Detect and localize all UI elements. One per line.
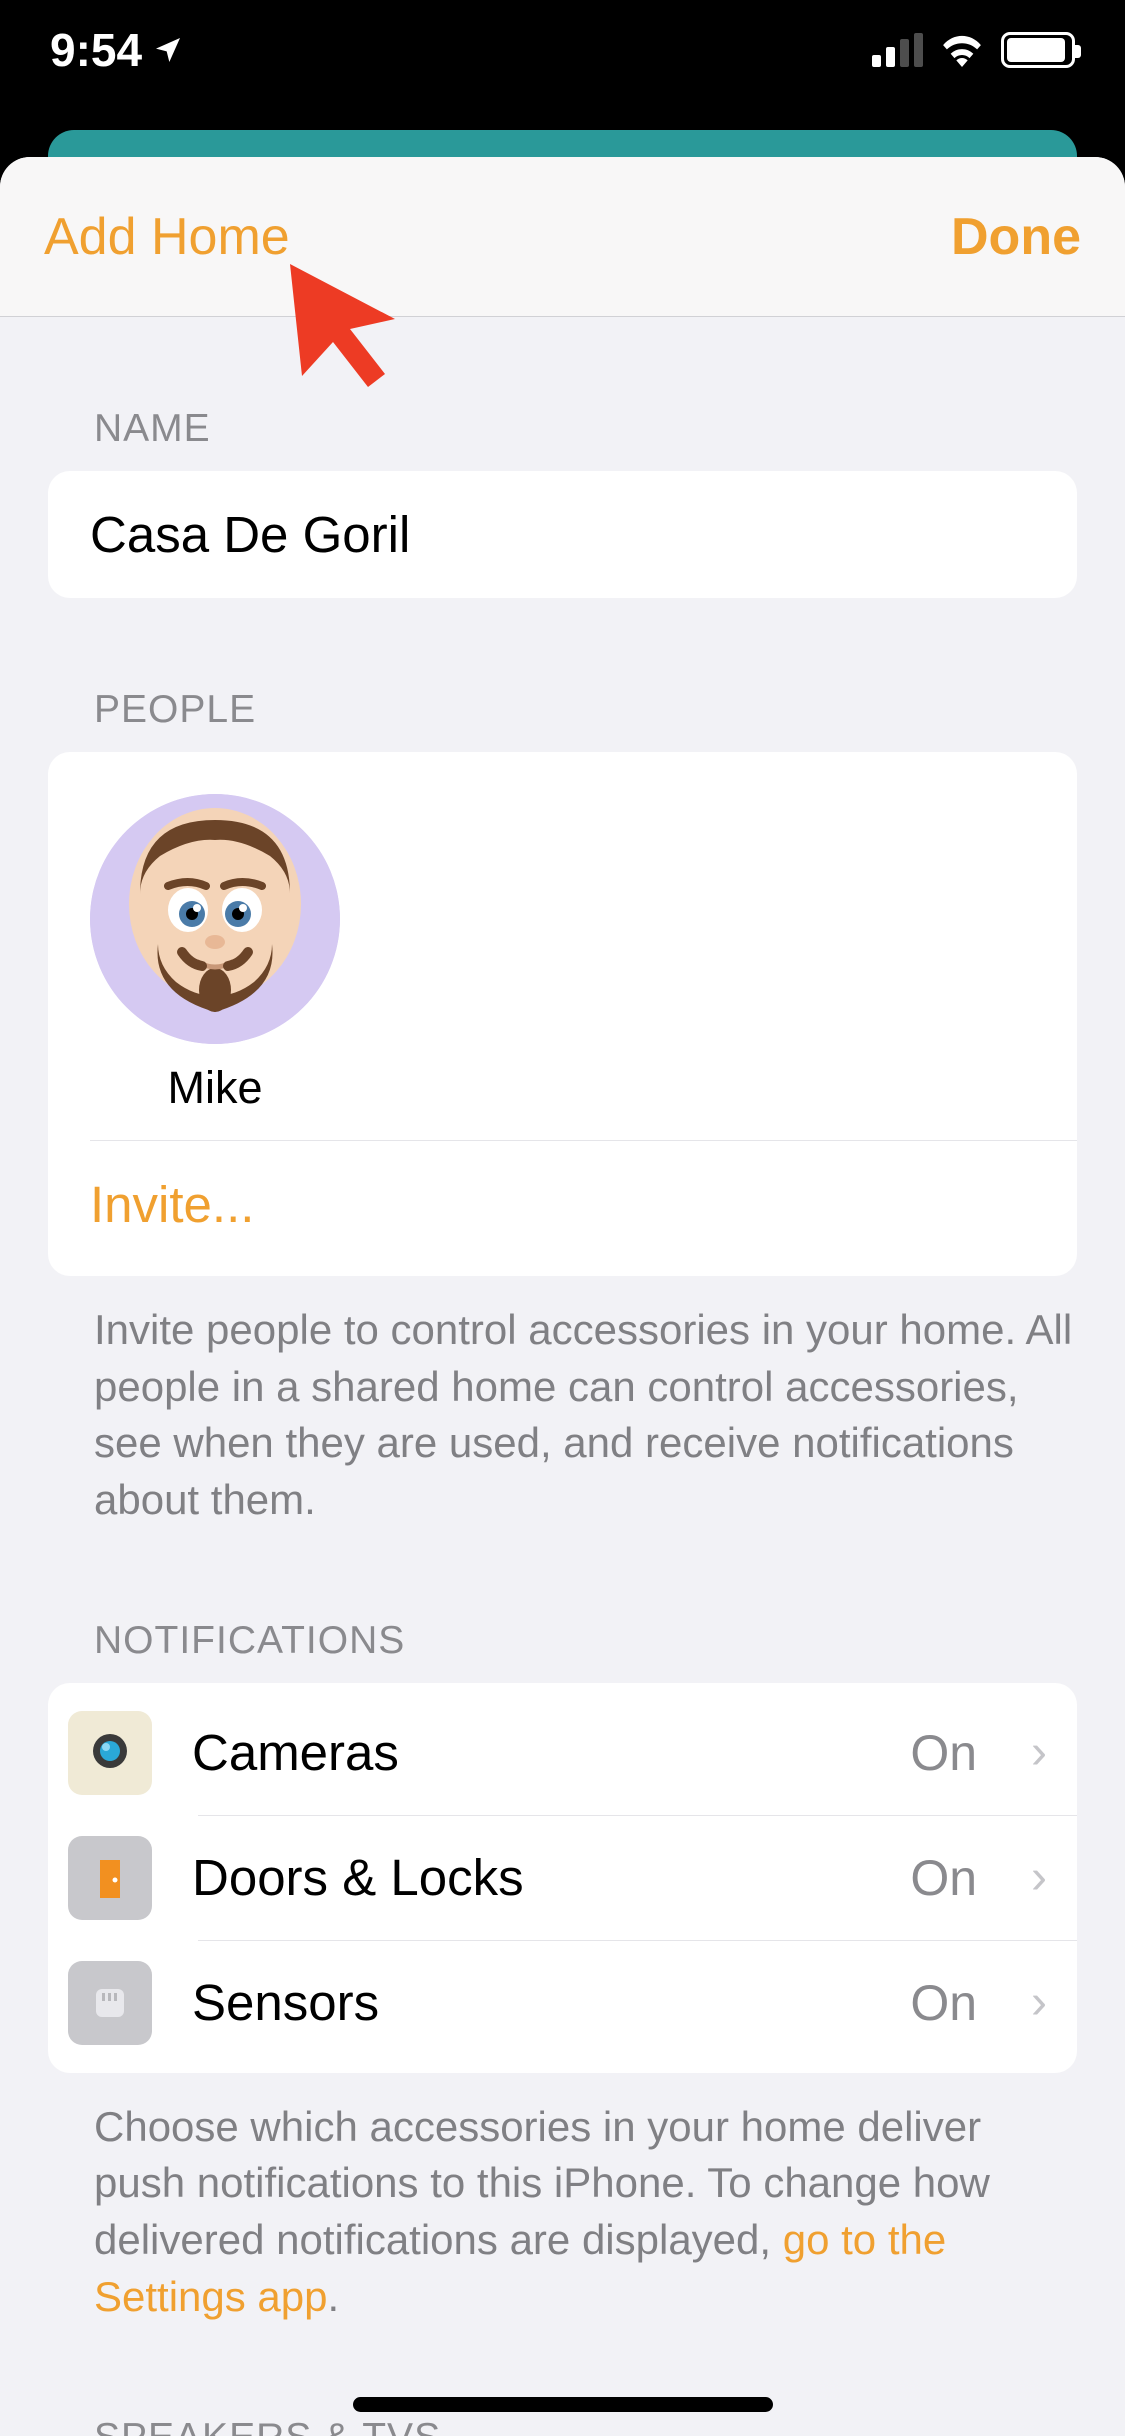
modal-sheet: Add Home Done NAME Casa De Goril PEOPLE — [0, 157, 1125, 2436]
invite-button[interactable]: Invite... — [48, 1141, 1077, 1234]
chevron-right-icon: › — [1031, 1975, 1047, 2030]
notifications-card: Cameras On › Doors & Locks On › — [48, 1683, 1077, 2073]
people-card: Mike Invite... — [48, 752, 1077, 1276]
notifications-footer-suffix: . — [328, 2273, 340, 2320]
people-section-header: PEOPLE — [0, 598, 1125, 752]
notifications-footer-text: Choose which accessories in your home de… — [0, 2073, 1125, 2326]
name-section-header: NAME — [0, 317, 1125, 471]
status-time: 9:54 — [50, 23, 184, 77]
sensors-label: Sensors — [192, 1973, 870, 2032]
people-footer-text: Invite people to control accessories in … — [0, 1276, 1125, 1529]
annotation-cursor-icon — [280, 254, 420, 394]
status-indicators — [872, 32, 1075, 68]
done-button[interactable]: Done — [951, 207, 1081, 267]
door-icon — [68, 1836, 152, 1920]
wifi-icon — [939, 33, 985, 67]
cellular-signal-icon — [872, 33, 923, 67]
doors-locks-label: Doors & Locks — [192, 1848, 870, 1907]
doors-locks-row[interactable]: Doors & Locks On › — [48, 1816, 1077, 1940]
chevron-right-icon: › — [1031, 1725, 1047, 1780]
sensors-status: On — [910, 1974, 977, 2032]
sensor-icon — [68, 1961, 152, 2045]
add-home-button[interactable]: Add Home — [44, 207, 290, 267]
doors-locks-status: On — [910, 1849, 977, 1907]
cameras-label: Cameras — [192, 1723, 870, 1782]
cameras-status: On — [910, 1724, 977, 1782]
chevron-right-icon: › — [1031, 1850, 1047, 1905]
cameras-row[interactable]: Cameras On › — [48, 1691, 1077, 1815]
notifications-section-header: NOTIFICATIONS — [0, 1529, 1125, 1683]
home-name-value: Casa De Goril — [48, 471, 1077, 598]
home-indicator[interactable] — [353, 2397, 773, 2412]
status-bar: 9:54 — [0, 0, 1125, 130]
navigation-bar: Add Home Done — [0, 157, 1125, 317]
time-label: 9:54 — [50, 23, 142, 77]
home-name-row[interactable]: Casa De Goril — [48, 471, 1077, 598]
battery-icon — [1001, 32, 1075, 68]
sensors-row[interactable]: Sensors On › — [48, 1941, 1077, 2065]
camera-icon — [68, 1711, 152, 1795]
location-icon — [152, 34, 184, 66]
person-item[interactable]: Mike — [90, 794, 340, 1114]
avatar — [90, 794, 340, 1044]
person-name: Mike — [167, 1062, 262, 1114]
speakers-tvs-section-header: SPEAKERS & TVS — [0, 2326, 1125, 2436]
